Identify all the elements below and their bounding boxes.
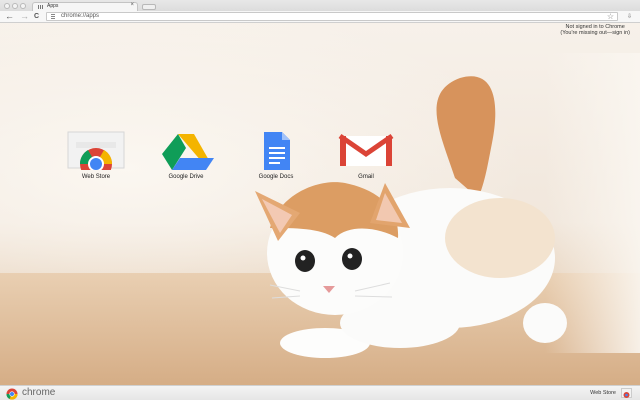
window-maximize-dot[interactable] — [20, 3, 26, 9]
tab-title: Apps — [47, 3, 59, 9]
window-minimize-dot[interactable] — [12, 3, 18, 9]
kitten-wallpaper — [0, 23, 640, 385]
chrome-brand-text: chrome — [22, 387, 56, 398]
page-icon — [51, 14, 55, 19]
gmail-icon — [336, 130, 396, 170]
app-google-drive[interactable]: Google Drive — [146, 130, 226, 180]
url-text[interactable]: chrome://apps — [61, 13, 99, 19]
app-web-store[interactable]: Web Store — [56, 130, 136, 180]
app-google-docs[interactable]: Google Docs — [236, 130, 316, 180]
bookmark-star-icon[interactable]: ☆ — [607, 12, 614, 21]
web-store-mini-icon[interactable] — [621, 388, 632, 398]
web-store-link[interactable]: Web Store — [590, 390, 616, 396]
bottom-bar: chrome Web Store — [0, 385, 640, 400]
web-store-icon — [66, 130, 126, 180]
close-tab-icon[interactable]: × — [130, 2, 134, 8]
address-bar[interactable]: chrome://apps ☆ — [46, 12, 618, 21]
window-close-dot[interactable] — [4, 3, 10, 9]
download-icon[interactable]: ⇩ — [627, 13, 632, 20]
new-tab-button[interactable] — [142, 4, 156, 10]
google-docs-icon — [246, 130, 306, 170]
app-label: Web Store — [81, 174, 111, 180]
kitten-illustration — [255, 76, 567, 358]
chrome-logo-icon — [6, 388, 18, 400]
forward-button[interactable]: → — [20, 12, 29, 21]
google-drive-icon — [156, 130, 216, 170]
apps-grid-icon — [38, 5, 44, 9]
reload-button[interactable]: C — [34, 12, 39, 21]
toolbar: ← → C chrome://apps ☆ ⇩ — [0, 11, 640, 23]
tab-apps[interactable]: Apps × — [32, 2, 138, 11]
tab-strip: Apps × — [0, 0, 640, 11]
app-label: Google Docs — [258, 174, 294, 180]
back-button[interactable]: ← — [5, 12, 14, 21]
app-label: Gmail — [358, 174, 374, 180]
signin-notice[interactable]: Not signed in to Chrome (You're missing … — [560, 24, 630, 36]
app-label: Google Drive — [168, 174, 204, 180]
app-gmail[interactable]: Gmail — [326, 130, 406, 180]
signin-link[interactable]: (You're missing out—sign in) — [560, 30, 630, 36]
